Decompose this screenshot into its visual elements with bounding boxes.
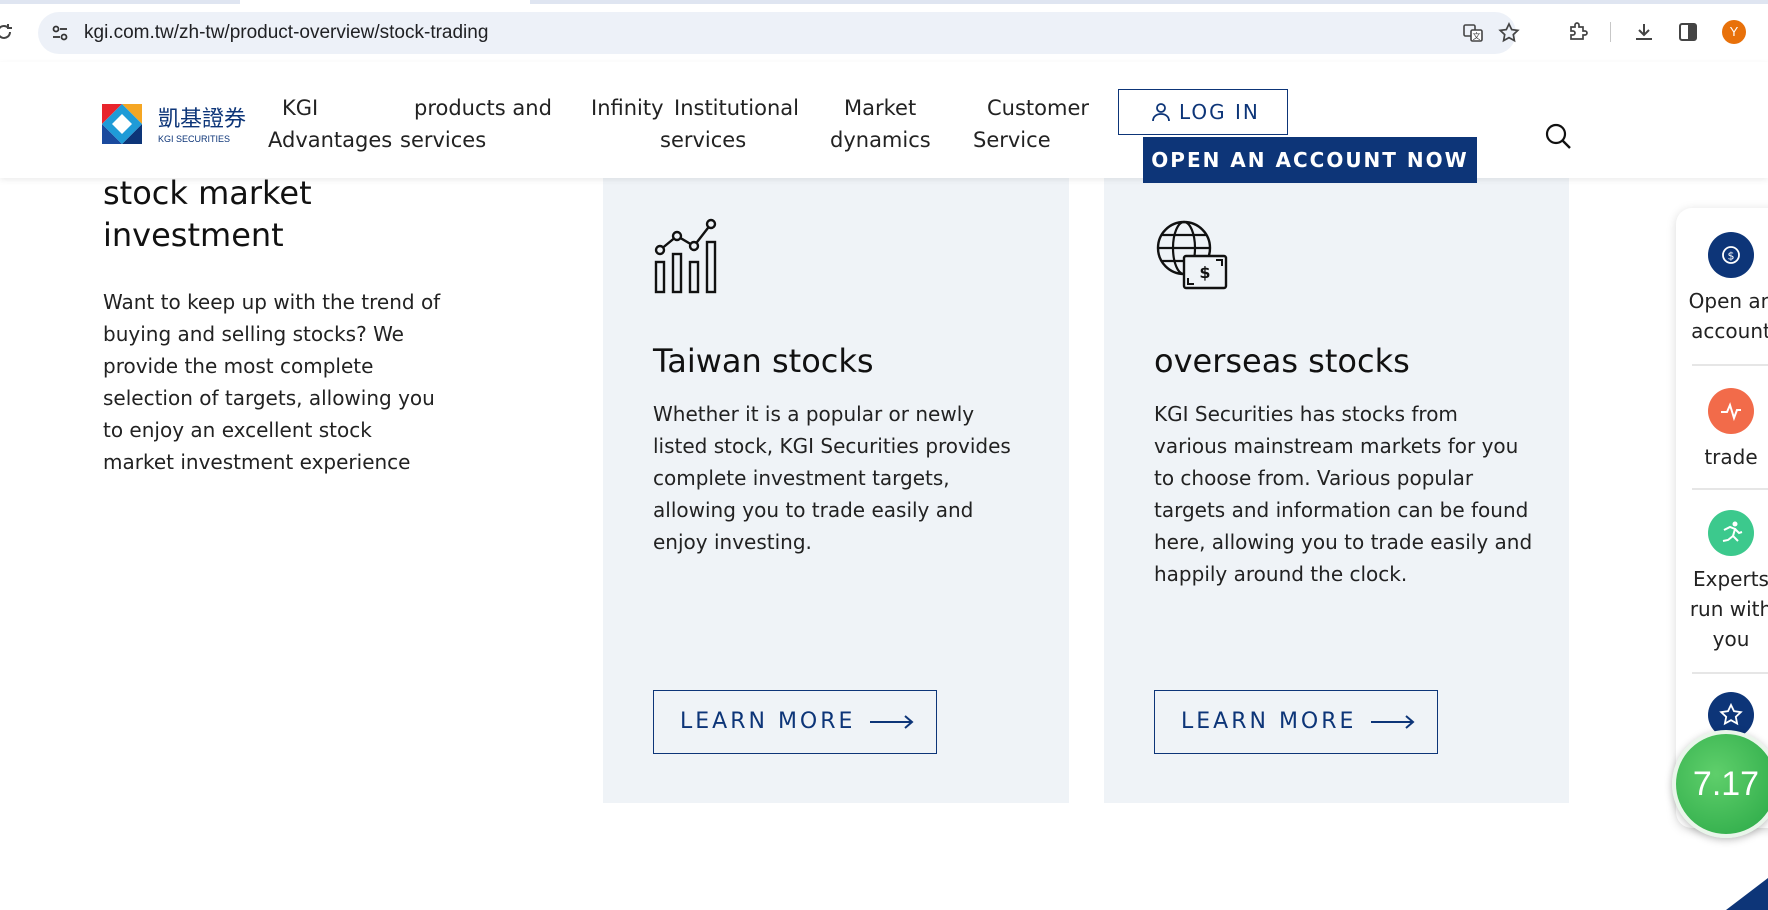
browser-toolbar: kgi.com.tw/zh-tw/product-overview/stock-… <box>0 0 1768 63</box>
learn-more-button[interactable]: LEARN MORE <box>1154 690 1438 754</box>
extensions-icon[interactable] <box>1566 20 1590 44</box>
nav-label-line2: services <box>660 128 747 152</box>
reload-icon[interactable] <box>0 22 14 42</box>
toolbar-separator <box>1610 22 1611 42</box>
download-icon[interactable] <box>1632 20 1656 44</box>
site-header: 凱基證券 KGI SECURITIES KGI Advantages produ… <box>0 62 1768 183</box>
quick-open-account[interactable]: $ Open an account <box>1676 232 1768 346</box>
quick-label-line2: account <box>1691 319 1768 343</box>
runner-icon <box>1708 510 1754 556</box>
nav-label-line1: Customer <box>987 96 1090 120</box>
user-icon <box>1152 103 1170 122</box>
quick-label-line2: run with <box>1689 597 1768 621</box>
nav-label-line1: products and <box>414 96 552 120</box>
bookmark-star-icon[interactable] <box>1498 22 1520 44</box>
profile-avatar[interactable]: Y <box>1722 20 1746 44</box>
stock-chart-icon <box>654 218 717 294</box>
quick-label: Experts run with you <box>1676 564 1768 654</box>
nav-label-line1: Infinity <box>591 96 664 120</box>
login-label: LOG IN <box>1179 100 1260 124</box>
nav-label-line1: Institutional <box>674 96 799 120</box>
nav-market-dynamics[interactable]: Market dynamics <box>830 92 931 156</box>
login-button[interactable]: LOG IN <box>1118 89 1288 135</box>
nav-infinity[interactable]: Infinity <box>591 92 664 124</box>
tab-strip <box>0 0 1768 4</box>
quick-trade[interactable]: trade <box>1676 388 1768 472</box>
quick-label-line1: Experts <box>1693 567 1768 591</box>
nav-customer-service[interactable]: Customer Service <box>973 92 1089 156</box>
nav-label-line2: Service <box>973 128 1051 152</box>
card-title: Taiwan stocks <box>653 342 874 380</box>
svg-text:$: $ <box>1728 250 1735 263</box>
panel-divider <box>1692 364 1768 366</box>
side-panel-icon[interactable] <box>1676 20 1700 44</box>
learn-more-button[interactable]: LEARN MORE <box>653 690 937 754</box>
card-title: overseas stocks <box>1154 342 1410 380</box>
site-info-icon[interactable] <box>50 23 70 43</box>
intro-title: stock market investment <box>103 174 312 254</box>
address-bar[interactable]: kgi.com.tw/zh-tw/product-overview/stock-… <box>38 12 1520 54</box>
card-text: Whether it is a popular or newly listed … <box>653 402 1011 554</box>
pulse-icon <box>1708 388 1754 434</box>
svg-text:$: $ <box>1199 263 1210 282</box>
arrow-right-icon <box>1371 715 1415 729</box>
nav-label-line1: Market <box>844 96 917 120</box>
quick-label: trade <box>1704 445 1758 469</box>
logo-english-text: KGI SECURITIES <box>158 134 230 144</box>
active-tab-edge <box>240 0 530 4</box>
quick-label-line1: Open an <box>1688 289 1768 313</box>
quick-label: Open an account <box>1676 286 1768 346</box>
taiwan-stocks-card: Taiwan stocks Whether it is a popular or… <box>603 178 1069 803</box>
panel-divider <box>1692 488 1768 490</box>
svg-text:文: 文 <box>1473 31 1481 41</box>
quick-experts[interactable]: Experts run with you <box>1676 510 1768 654</box>
nav-institutional-services[interactable]: Institutional services <box>660 92 799 156</box>
dollar-icon: $ <box>1708 232 1754 278</box>
card-text: KGI Securities has stocks from various m… <box>1154 402 1533 586</box>
translate-icon[interactable]: 文 <box>1462 22 1484 44</box>
nav-label-line2: dynamics <box>830 128 931 152</box>
url-text[interactable]: kgi.com.tw/zh-tw/product-overview/stock-… <box>84 22 488 44</box>
nav-label-line1: KGI <box>282 96 319 120</box>
search-icon[interactable] <box>1544 122 1572 150</box>
nav-kgi-advantages[interactable]: KGI Advantages <box>268 92 392 156</box>
intro-text: Want to keep up with the trend of buying… <box>103 290 441 474</box>
learn-more-label: LEARN MORE <box>1181 709 1357 734</box>
corner-decoration <box>1726 878 1768 910</box>
arrow-right-icon <box>870 715 914 729</box>
logo-chinese-text: 凱基證券 <box>158 107 246 132</box>
nav-label-line2: Advantages <box>268 128 393 152</box>
quick-label-line3: you <box>1712 627 1750 651</box>
kgi-logo[interactable]: 凱基證券 KGI SECURITIES <box>102 102 272 148</box>
learn-more-label: LEARN MORE <box>680 709 856 734</box>
open-account-button[interactable]: OPEN AN ACCOUNT NOW <box>1143 137 1477 183</box>
globe-dollar-icon: $ <box>1156 220 1228 290</box>
panel-divider <box>1692 672 1768 674</box>
nav-products-and-services[interactable]: products and services <box>400 92 552 156</box>
overseas-stocks-card: $ overseas stocks KGI Securities has sto… <box>1104 178 1569 803</box>
nav-label-line2: services <box>400 128 487 152</box>
